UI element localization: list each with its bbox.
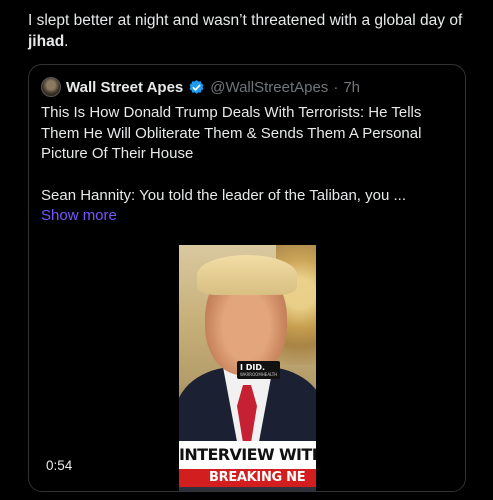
- separator-dot: ·: [333, 78, 339, 96]
- lower-third-title: INTERVIEW WITH FM: [179, 445, 316, 464]
- author-handle[interactable]: @WallStreetApes: [210, 79, 328, 96]
- post-text-bold: jihad: [28, 33, 65, 50]
- quoted-post-text: This Is How Donald Trump Deals With Terr…: [41, 103, 453, 227]
- quoted-post-card[interactable]: Wall Street Apes @WallStreetApes · 7h Th…: [28, 64, 466, 492]
- video-player[interactable]: I DID. WARROOMHEALTH ♪ INTERVIEW WITH FM…: [29, 245, 465, 491]
- post-text-main: I slept better at night and wasn’t threa…: [28, 12, 463, 29]
- breaking-text: BREAKING NE: [209, 470, 306, 485]
- quoted-post-header: Wall Street Apes @WallStreetApes · 7h: [41, 77, 360, 97]
- quoted-paragraph-1: This Is How Donald Trump Deals With Terr…: [41, 104, 422, 162]
- breaking-banner: BREAKING NE: [179, 469, 316, 487]
- author-name[interactable]: Wall Street Apes: [66, 79, 183, 96]
- video-frame[interactable]: I DID. WARROOMHEALTH ♪ INTERVIEW WITH FM…: [179, 245, 316, 491]
- person-hair: [197, 255, 297, 295]
- avatar[interactable]: [41, 77, 61, 97]
- show-more-link[interactable]: Show more: [41, 207, 117, 224]
- quoted-paragraph-2: Sean Hannity: You told the leader of the…: [41, 186, 406, 204]
- caption-text: I DID.: [240, 363, 266, 372]
- post-text: I slept better at night and wasn’t threa…: [28, 10, 468, 52]
- post-text-end: .: [64, 33, 69, 50]
- post-time[interactable]: 7h: [343, 79, 360, 96]
- caption-sub: WARROOMHEALTH: [240, 372, 278, 377]
- video-duration: 0:54: [46, 458, 73, 473]
- video-caption: I DID. WARROOMHEALTH: [237, 361, 281, 379]
- verified-badge-icon: [189, 79, 204, 94]
